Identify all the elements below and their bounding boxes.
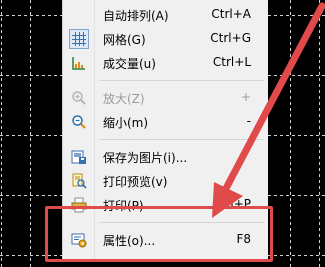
annotation-arrow bbox=[212, 2, 325, 218]
